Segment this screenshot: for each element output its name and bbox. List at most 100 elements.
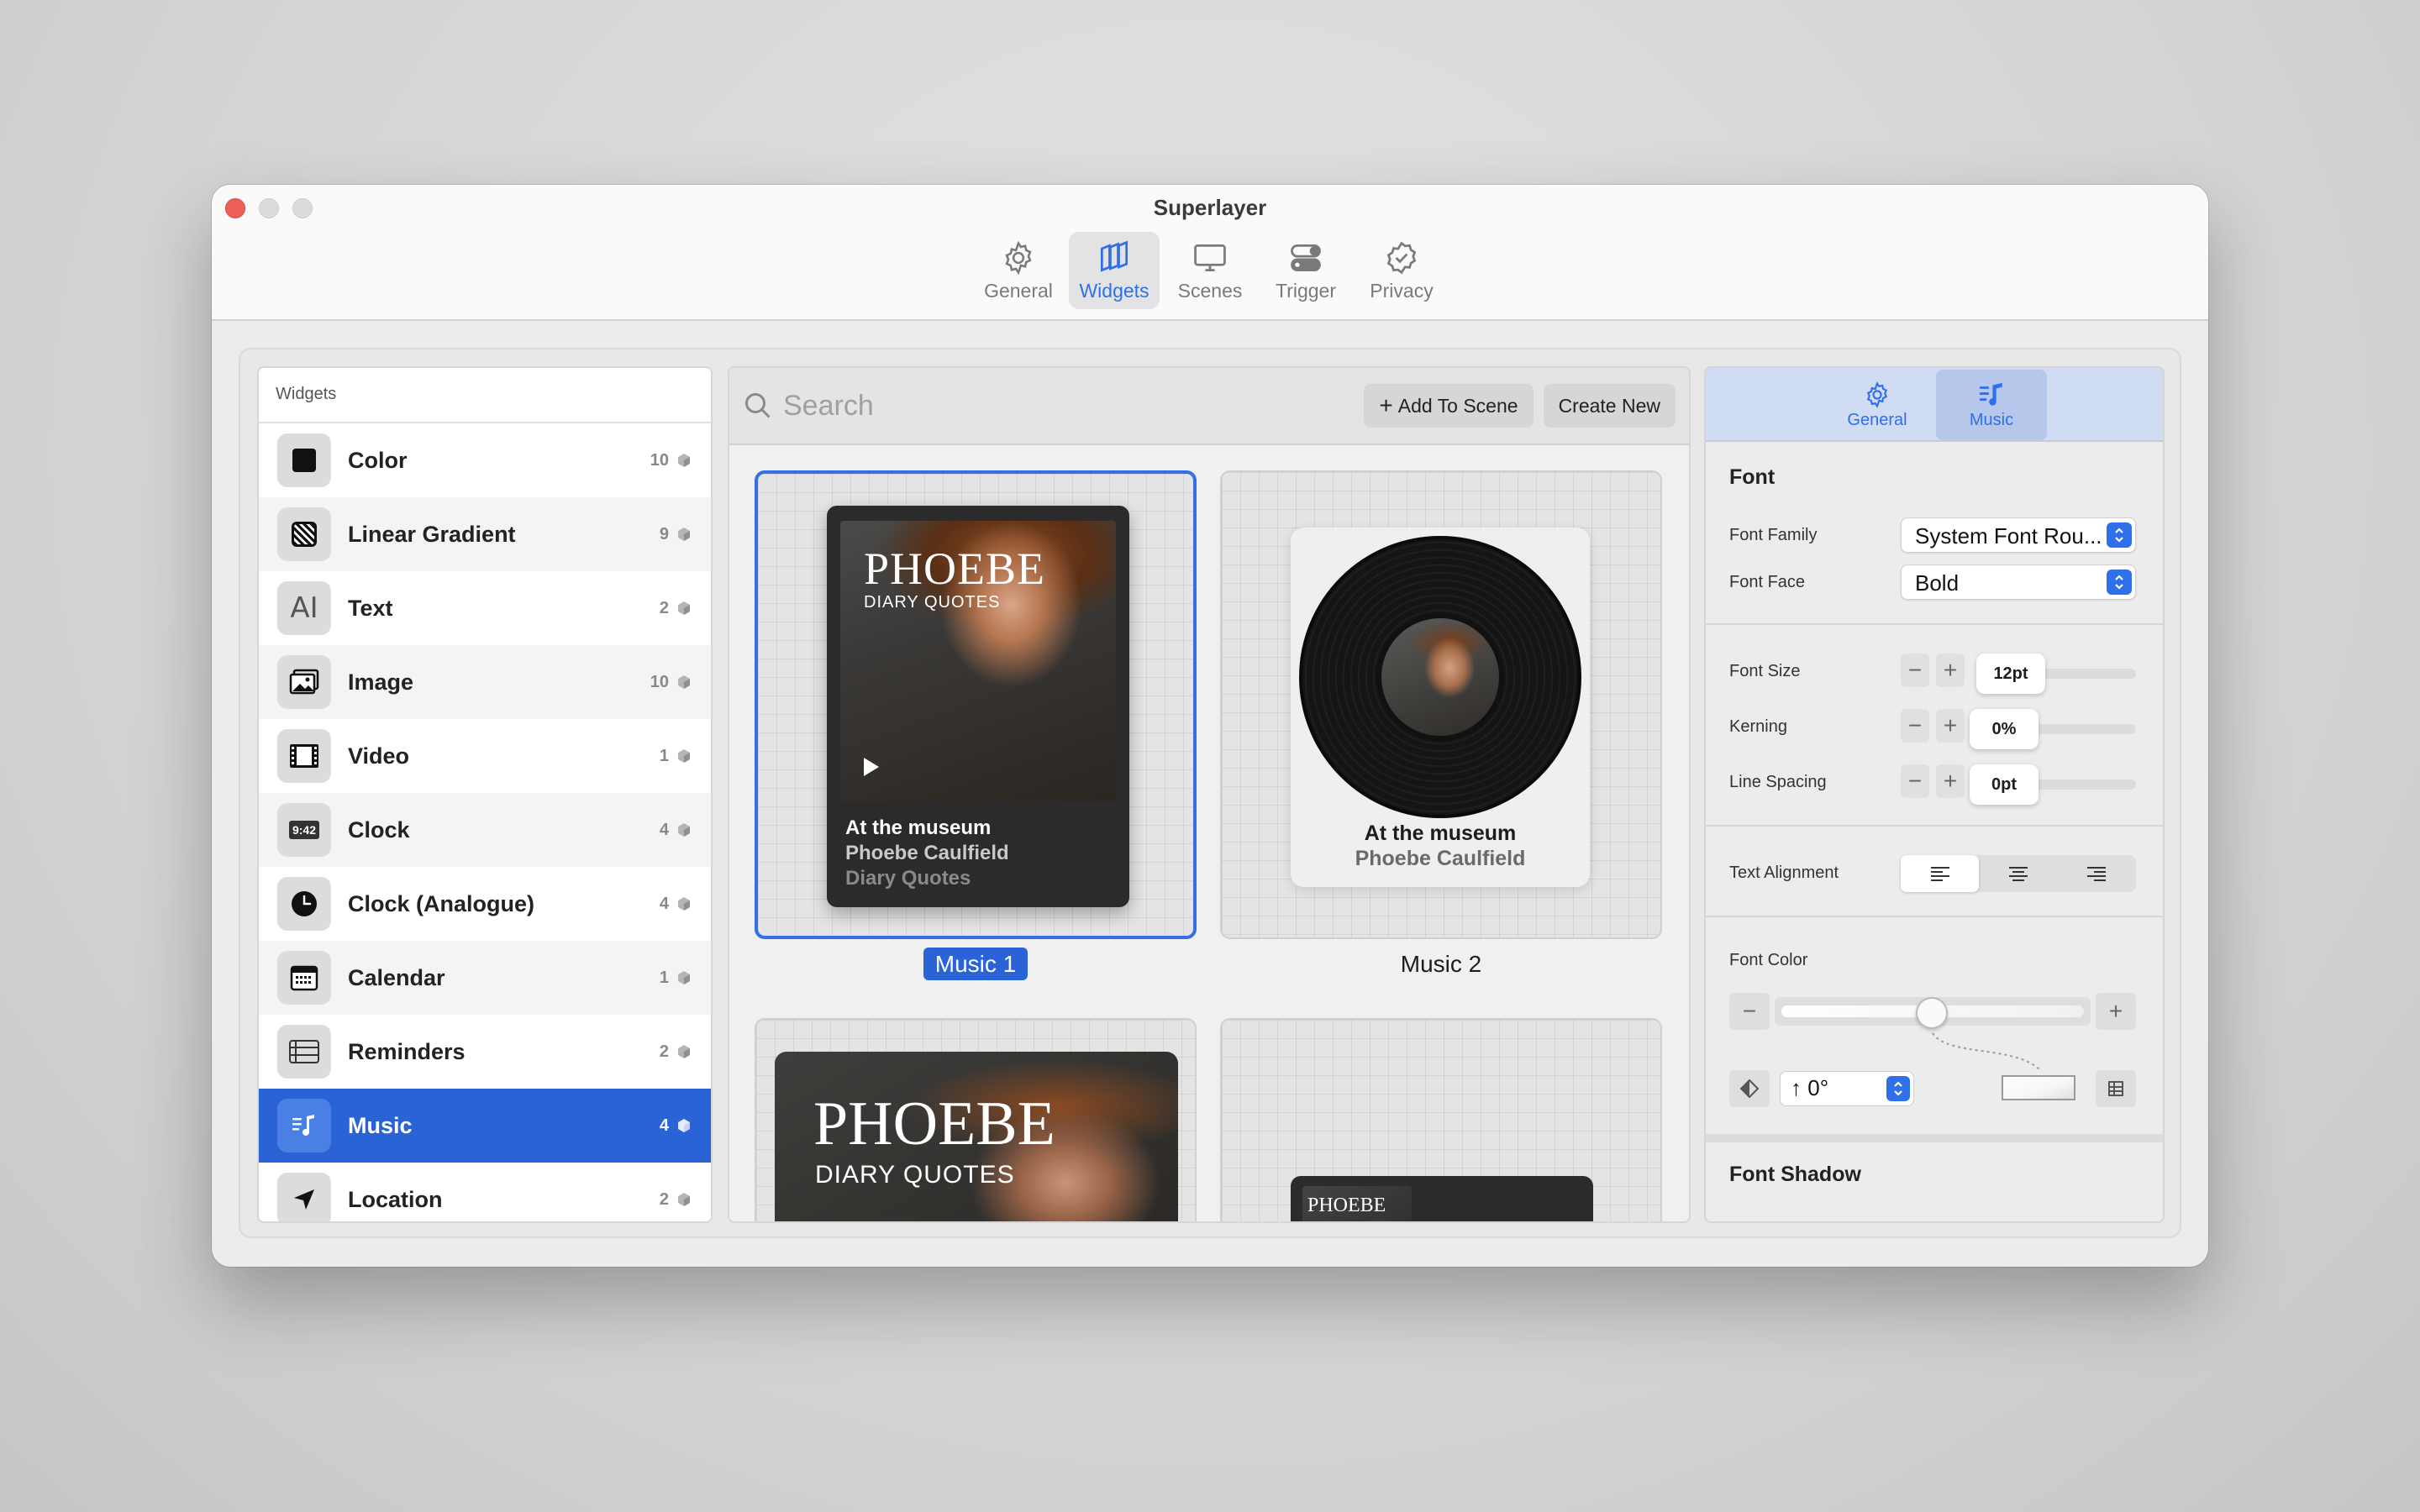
- window-title: Superlayer: [1153, 195, 1267, 220]
- color-mode-button[interactable]: [1729, 1070, 1770, 1107]
- cube-icon: [678, 1045, 690, 1058]
- sidebar-item-count: 2: [659, 1042, 669, 1061]
- sidebar-item-label: Music: [348, 1112, 413, 1138]
- sidebar-item-label: Image: [348, 669, 414, 695]
- sidebar-item-linear-gradient[interactable]: Linear Gradient 9: [259, 497, 711, 571]
- location-arrow-icon: [277, 1173, 331, 1221]
- sidebar-item-label: Text: [348, 595, 393, 621]
- toolbar-trigger[interactable]: Trigger: [1260, 232, 1351, 309]
- line-spacing-stepper[interactable]: − +: [1901, 764, 1965, 798]
- font-size-value[interactable]: 12pt: [1976, 654, 2045, 694]
- line-spacing-value[interactable]: 0pt: [1970, 764, 2039, 805]
- toolbar-widgets[interactable]: Widgets: [1069, 232, 1160, 309]
- tab-music[interactable]: Music: [1936, 370, 2047, 440]
- play-icon: [864, 758, 879, 776]
- minus-icon[interactable]: −: [1901, 654, 1929, 687]
- widget-preview[interactable]: PHOEBE DIARY QUOTES At the museum Phoebe…: [755, 470, 1197, 939]
- sidebar-item-label: Linear Gradient: [348, 521, 516, 547]
- divider: [1706, 916, 2163, 917]
- sidebar-item-image[interactable]: Image 10: [259, 645, 711, 719]
- track-title: At the museum: [845, 816, 992, 839]
- music-widget-small: PHOEBE: [1291, 1176, 1593, 1221]
- font-size-stepper[interactable]: − +: [1901, 654, 1965, 687]
- sidebar-item-location[interactable]: Location 2: [259, 1163, 711, 1221]
- gradient-angle-field[interactable]: ↑ 0°: [1780, 1071, 1914, 1106]
- shield-check-icon: [1386, 241, 1417, 274]
- toolbar-privacy[interactable]: Privacy: [1356, 232, 1447, 309]
- artwork-title: PHOEBE: [1307, 1194, 1386, 1216]
- track-artist: Phoebe Caulfield: [845, 842, 1009, 864]
- font-color-slider-row: − +: [1729, 993, 2136, 1030]
- artwork-title: PHOEBE: [864, 543, 1046, 594]
- widget-sidebar: Widgets Color 10 Linear Gradient 9 AI Te…: [257, 366, 713, 1223]
- widget-card-music-1[interactable]: PHOEBE DIARY QUOTES At the museum Phoebe…: [755, 470, 1197, 980]
- track-artist: Phoebe Caulfield: [1355, 847, 1526, 870]
- align-right-button[interactable]: [2058, 855, 2136, 892]
- cube-icon: [678, 971, 690, 984]
- font-size-label: Font Size: [1729, 662, 1801, 680]
- widget-preview[interactable]: PHOEBE DIARY QUOTES: [755, 1018, 1197, 1221]
- widget-card-music-3[interactable]: PHOEBE DIARY QUOTES: [755, 1018, 1197, 1221]
- sidebar-item-color[interactable]: Color 10: [259, 423, 711, 497]
- font-color-slider[interactable]: [1775, 997, 2091, 1029]
- kerning-value[interactable]: 0%: [1970, 709, 2039, 749]
- plus-icon[interactable]: +: [1936, 709, 1965, 743]
- sidebar-item-clock-analogue[interactable]: Clock (Analogue) 4: [259, 867, 711, 941]
- sidebar-item-count: 4: [659, 894, 669, 913]
- track-title: At the museum: [1364, 822, 1517, 845]
- widget-preview[interactable]: At the museum Phoebe Caulfield: [1220, 470, 1662, 939]
- toolbar-scenes[interactable]: Scenes: [1165, 232, 1255, 309]
- align-left-button[interactable]: [1901, 855, 1980, 892]
- create-new-button[interactable]: Create New: [1543, 384, 1676, 428]
- sidebar-list: Color 10 Linear Gradient 9 AI Text 2 Ima…: [259, 423, 711, 1221]
- color-plus-button[interactable]: +: [2096, 993, 2136, 1030]
- divider: [1706, 1134, 2163, 1142]
- inspector-panel: General Music Font Font Family System Fo…: [1704, 366, 2165, 1223]
- music-widget-poster: PHOEBE DIARY QUOTES At the museum Phoebe…: [827, 506, 1129, 907]
- search-field[interactable]: Search: [743, 390, 1354, 423]
- tab-general[interactable]: General: [1822, 370, 1933, 440]
- font-family-popup[interactable]: System Font Rou...: [1901, 517, 2136, 553]
- plus-icon[interactable]: +: [1936, 764, 1965, 798]
- widget-gallery: Search + Add To Scene Create New PHOEBE …: [728, 366, 1691, 1223]
- gradient-icon: [277, 507, 331, 561]
- card-name-text: Music 2: [1400, 951, 1482, 977]
- gear-icon: [1866, 381, 1888, 408]
- sidebar-item-video[interactable]: Video 1: [259, 719, 711, 793]
- widget-card-music-4[interactable]: PHOEBE: [1220, 1018, 1662, 1221]
- align-center-button[interactable]: [1979, 855, 2057, 892]
- preferences-toolbar: General Widgets Scenes Trigger Privacy: [212, 232, 2208, 309]
- font-face-label: Font Face: [1729, 573, 1806, 591]
- tab-general-label: General: [1847, 410, 1907, 429]
- align-left-icon: [1930, 867, 1949, 881]
- sidebar-item-music[interactable]: Music 4: [259, 1089, 711, 1163]
- widget-card-music-2[interactable]: At the museum Phoebe Caulfield Music 2: [1220, 470, 1662, 978]
- sidebar-item-count: 1: [659, 746, 669, 765]
- sidebar-item-clock[interactable]: 9:42 Clock 4: [259, 793, 711, 867]
- sidebar-item-calendar[interactable]: Calendar 1: [259, 941, 711, 1015]
- music-list-icon: [1979, 382, 2002, 406]
- color-minus-button[interactable]: −: [1729, 993, 1770, 1030]
- widget-preview[interactable]: PHOEBE: [1220, 1018, 1662, 1221]
- color-picker-button[interactable]: [2096, 1070, 2136, 1107]
- minus-icon[interactable]: −: [1901, 764, 1929, 798]
- sidebar-item-reminders[interactable]: Reminders 2: [259, 1015, 711, 1089]
- sidebar-item-count: 4: [659, 1116, 669, 1135]
- sidebar-item-label: Reminders: [348, 1038, 466, 1064]
- add-to-scene-button[interactable]: + Add To Scene: [1364, 384, 1534, 428]
- sidebar-item-count: 1: [659, 968, 669, 987]
- font-face-popup[interactable]: Bold: [1901, 564, 2136, 600]
- sidebar-header: Widgets: [259, 368, 711, 423]
- toolbar-general[interactable]: General: [973, 232, 1064, 309]
- plus-icon[interactable]: +: [1936, 654, 1965, 687]
- sidebar-item-text[interactable]: AI Text 2: [259, 571, 711, 645]
- text-alignment-label: Text Alignment: [1729, 864, 1839, 882]
- text-cursor-icon: AI: [277, 581, 331, 635]
- text-alignment-control[interactable]: [1901, 855, 2136, 892]
- inspector-tabs: General Music: [1706, 368, 2163, 442]
- cube-icon: [678, 601, 690, 615]
- font-color-swatch[interactable]: [2002, 1075, 2075, 1100]
- kerning-stepper[interactable]: − +: [1901, 709, 1965, 743]
- minus-icon[interactable]: −: [1901, 709, 1929, 743]
- slider-knob[interactable]: [1916, 997, 1948, 1029]
